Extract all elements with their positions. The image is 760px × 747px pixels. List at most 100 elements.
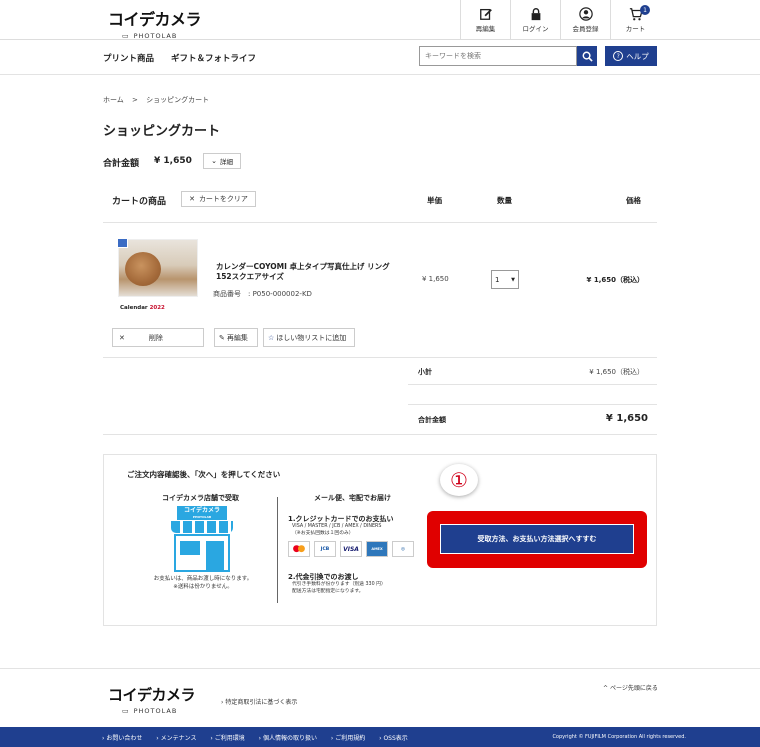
card-payment-heading: 1.クレジットカードでのお支払い — [288, 515, 394, 523]
store-sign: コイデカメラ PHOTOLAB — [177, 506, 227, 520]
copyright: Copyright © FUJIFILM Corporation All rig… — [552, 734, 686, 740]
store-note: お支払いは、商品お渡し時になります。 ※送料は份かりません。 — [150, 576, 256, 591]
cart-header-label: カート — [625, 25, 646, 33]
summary-total-value: ¥ 1,650 — [154, 156, 192, 166]
help-icon: ? — [613, 51, 624, 61]
item-price: ¥ 1,650（税込） — [586, 276, 644, 284]
quantity-value: 1 — [495, 275, 500, 284]
card-brands: ● ● JCB VISA AMEX ◎ — [288, 541, 414, 557]
cart-count-badge: 1 — [640, 5, 650, 15]
cod-sub-1: 代引き手数料が份かります（別途 330 円） — [292, 582, 386, 587]
summary-total-label: 合計金額 — [103, 159, 140, 169]
register-header-label: 会員登録 — [572, 25, 599, 33]
card-payment-sub: VISA / MASTER / JCB / AMEX / DINERS （※お支… — [292, 524, 381, 537]
footer-links: › お問い合わせ › メンテナンス › ご利用環境 › 個人情報の取り扱い › … — [102, 733, 420, 742]
unit-price: ¥ 1,650 — [422, 275, 449, 283]
calendar-label: Calendar 2022 — [120, 305, 165, 311]
wishlist-button[interactable]: ☆ ほしい物リストに追加 — [263, 328, 355, 347]
cart-header-button[interactable]: カート 1 — [610, 0, 660, 40]
item-row-divider — [103, 357, 657, 358]
mastercard-icon: ● ● — [288, 541, 310, 557]
grand-total-label: 合計金額 — [418, 416, 446, 424]
delete-button[interactable]: ✕ 削除 — [112, 328, 204, 347]
checkout-title: ご注文内容確認後、「次へ」を押してください — [127, 470, 281, 479]
footer-bar: › お問い合わせ › メンテナンス › ご利用環境 › 個人情報の取り扱い › … — [0, 727, 760, 747]
law-link[interactable]: › 特定商取引法に基づく表示 — [221, 697, 297, 706]
footer-divider — [0, 668, 760, 669]
footer-link-oss[interactable]: › OSS表示 — [379, 735, 414, 742]
help-button[interactable]: ? ヘルプ — [605, 46, 657, 66]
column-quantity: 数量 — [497, 196, 512, 205]
search-bar — [419, 46, 597, 66]
detail-button[interactable]: ⌄ 詳細 — [203, 153, 241, 169]
footer-link-terms[interactable]: › ご利用規約 — [331, 735, 371, 742]
footer-link-maintenance[interactable]: › メンテナンス — [156, 735, 202, 742]
cart-heading: カートの商品 — [112, 197, 167, 207]
store-heading: コイデカメラ店舗で受取 — [162, 494, 239, 502]
store-sign-sub: PHOTOLAB — [192, 515, 212, 519]
header-row-divider — [103, 222, 657, 223]
edit-icon — [479, 8, 492, 20]
chevron-down-icon: ⌄ — [211, 157, 217, 165]
reedit-header-button[interactable]: 再編集 — [460, 0, 510, 40]
image-icon — [117, 238, 128, 248]
total-top-divider — [408, 404, 657, 405]
brand-logo[interactable]: コイデカメラ PHOTOLAB — [108, 6, 202, 40]
detail-label: 詳細 — [219, 158, 233, 166]
login-header-label: ログイン — [522, 25, 549, 33]
breadcrumb-home[interactable]: ホーム — [103, 96, 124, 104]
amex-icon: AMEX — [366, 541, 388, 557]
search-button[interactable] — [577, 46, 597, 66]
total-bottom-divider — [103, 434, 657, 435]
footer-link-environment[interactable]: › ご利用環境 — [210, 735, 250, 742]
wishlist-label: ほしい物リストに追加 — [276, 333, 347, 342]
close-icon: ✕ — [119, 333, 125, 342]
store-sign-text: コイデカメラ — [183, 507, 220, 514]
step-marker: ① — [440, 464, 478, 496]
lock-icon — [531, 8, 540, 21]
edit-icon: ✎ — [219, 333, 225, 342]
quantity-select[interactable]: 1 ▼ — [491, 270, 519, 289]
store-awning — [171, 521, 233, 533]
clear-cart-label: カートをクリア — [198, 195, 248, 203]
subtotal-label: 小計 — [418, 368, 432, 376]
footer-logo[interactable]: コイデカメラ PHOTOLAB — [108, 684, 196, 715]
cod-sub-2: 配送方法は宅配指定になります。 — [292, 588, 364, 594]
help-label: ヘルプ — [626, 51, 649, 61]
product-thumbnail[interactable] — [118, 239, 198, 297]
reedit-label: 再編集 — [226, 333, 248, 342]
reedit-header-label: 再編集 — [475, 25, 496, 33]
header-icon-bar: 再編集 ログイン 会員登録 カート 1 — [460, 0, 660, 40]
store-icon: コイデカメラ PHOTOLAB — [171, 506, 233, 572]
reedit-button[interactable]: ✎ 再編集 — [214, 328, 258, 347]
calendar-label-text: Calendar — [120, 305, 148, 311]
back-to-top-link[interactable]: ^ ページ先頭に戻る — [603, 683, 658, 692]
visa-icon: VISA — [340, 541, 362, 557]
close-icon: ✕ — [189, 195, 195, 203]
nav-divider — [0, 74, 760, 75]
cod-heading: 2.代金引換でのお渡し — [288, 573, 359, 581]
store-body — [174, 534, 230, 572]
product-name: カレンダーCOYOMI 卓上タイプ写真仕上げ リング 152スクエアサイズ — [216, 262, 390, 282]
law-link-text: 特定商取引法に基づく表示 — [225, 699, 298, 706]
footer-brand-name: コイデカメラ — [108, 686, 196, 704]
store-note-1: お支払いは、商品お渡し時になります。 — [153, 576, 253, 582]
card-sub-1: VISA / MASTER / JCB / AMEX / DINERS — [292, 524, 382, 529]
jcb-icon: JCB — [314, 541, 336, 557]
next-step-button[interactable]: 受取方法、お支払い方法選択へすすむ — [440, 524, 634, 554]
clear-cart-button[interactable]: ✕ カートをクリア — [181, 191, 256, 207]
login-header-button[interactable]: ログイン — [510, 0, 560, 40]
footer-link-contact[interactable]: › お問い合わせ — [102, 735, 148, 742]
page-title: ショッピングカート — [103, 124, 221, 139]
nav-item-gift[interactable]: ギフト＆フォトライフ — [171, 52, 256, 64]
footer-link-privacy[interactable]: › 個人情報の取り扱い — [259, 735, 323, 742]
diners-icon: ◎ — [392, 541, 414, 557]
search-input[interactable] — [419, 46, 577, 66]
back-to-top-text: ページ先頭に戻る — [609, 685, 658, 692]
nav-item-print[interactable]: プリント商品 — [103, 52, 154, 64]
register-header-button[interactable]: 会員登録 — [560, 0, 610, 40]
column-price: 価格 — [626, 196, 641, 205]
calendar-year: 2022 — [149, 305, 165, 311]
search-icon — [582, 51, 593, 62]
delivery-heading: メール便、宅配でお届け — [314, 494, 391, 502]
